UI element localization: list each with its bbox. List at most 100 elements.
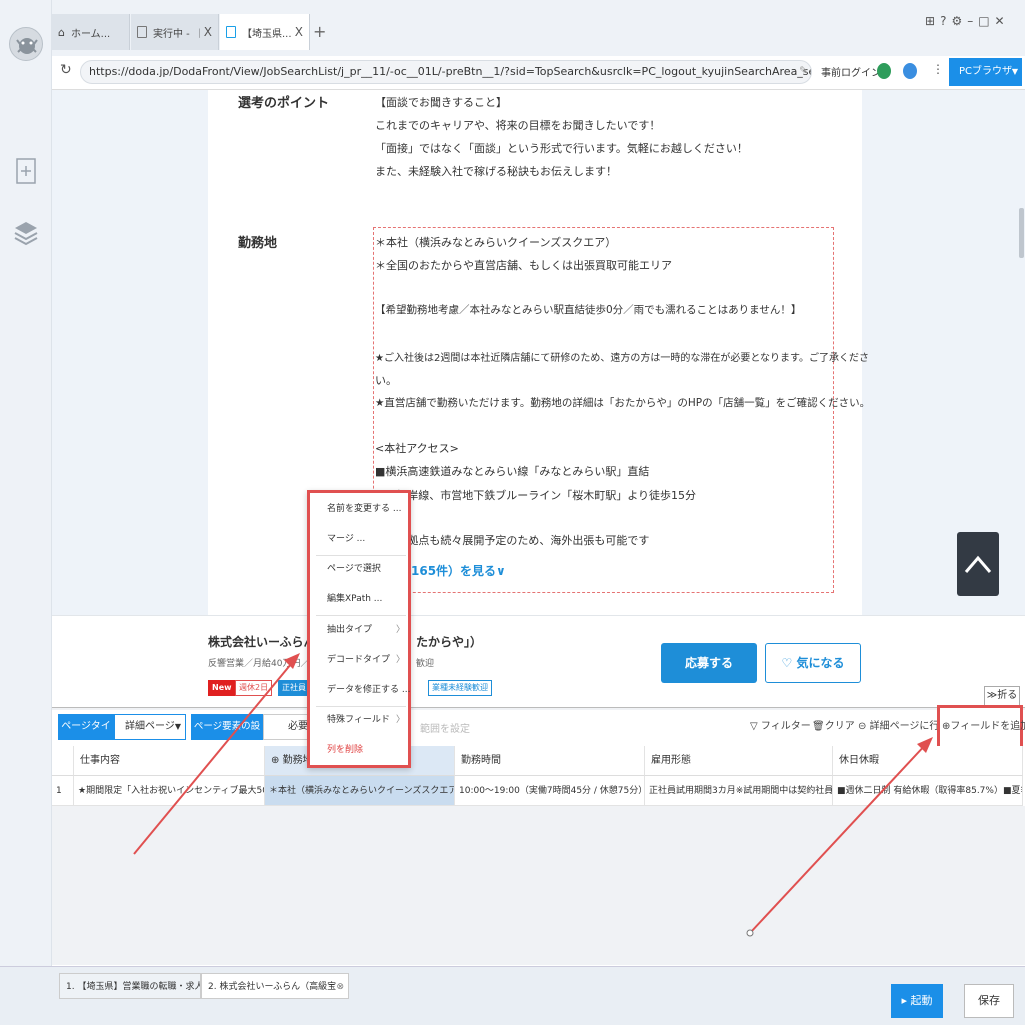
new-badge: New xyxy=(208,680,236,696)
menu-item-decode-type[interactable]: デコードタイプ〉 xyxy=(327,649,407,671)
company-name-tail: たからや」） xyxy=(416,635,483,649)
chevron-down-icon: ▼ xyxy=(1011,67,1018,76)
chevron-right-icon: 〉 xyxy=(395,655,405,665)
close-icon[interactable]: ⊗ xyxy=(336,974,344,998)
fold-button[interactable]: ≫折る xyxy=(984,686,1020,706)
location-line: い。 xyxy=(375,374,397,387)
scroll-top-button[interactable] xyxy=(957,532,999,596)
new-tab-button[interactable]: + xyxy=(313,22,326,41)
column-header[interactable]: 勤務時間 xyxy=(455,746,645,776)
menu-item-modify-data[interactable]: データを修正する ... xyxy=(327,679,410,701)
menu-item-extract-type[interactable]: 抽出タイプ〉 xyxy=(327,619,407,641)
layers-icon[interactable] xyxy=(14,220,38,251)
url-bar[interactable]: https://doda.jp/DodaFront/View/JobSearch… xyxy=(80,60,812,84)
page-type-select[interactable]: 詳細ページ ▼ xyxy=(114,714,186,740)
home-icon: ⌂ xyxy=(58,25,65,39)
location-line: ＊本社（横浜みなとみらいクイーンズスクエア） xyxy=(375,236,617,249)
row-number: 1 xyxy=(52,776,74,806)
apply-button[interactable]: 応募する xyxy=(661,643,757,683)
pc-browser-button[interactable]: PCブラウザ ▼ xyxy=(949,58,1022,86)
settings-icon[interactable]: ⚙ xyxy=(951,14,967,28)
menu-item-merge[interactable]: マージ ... xyxy=(327,528,407,550)
menu-item-rename[interactable]: 名前を変更する ... xyxy=(327,498,407,520)
location-line: ★ご入社後は2週間は本社近隣店舗にて研修のため、遠方の方は一時的な滞在が必要とな… xyxy=(375,353,870,364)
range-setting-link[interactable]: 範囲を設定 xyxy=(420,720,470,735)
extension-icon[interactable] xyxy=(877,63,891,79)
close-window-icon[interactable]: ✕ xyxy=(995,14,1010,28)
location-line: ＊全国のおたからや直営店舗、もしくは出張買取可能エリア xyxy=(375,259,672,272)
left-sidebar xyxy=(0,0,52,1025)
menu-item-edit-xpath[interactable]: 編集XPath ... xyxy=(327,588,407,610)
page-icon xyxy=(226,26,236,38)
trash-icon: 🗑 xyxy=(812,721,825,732)
new-task-icon[interactable] xyxy=(16,158,36,187)
grid-cell-selected[interactable]: ＊本社（横浜みなとみらいクイーンズスクエア）... xyxy=(265,776,455,806)
target-icon: ⊕ xyxy=(271,755,280,766)
location-line: <本社アクセス> xyxy=(375,442,459,455)
clear-button[interactable]: 🗑クリア xyxy=(812,714,855,740)
job-footer-bar xyxy=(52,615,1025,707)
task-tab-active[interactable]: 2. 株式会社いーふらん（高級宝飾...⊗ xyxy=(201,973,349,999)
location-line: ■JR根岸線、市営地下鉄ブルーライン「桜木町駅」より徒歩15分 xyxy=(375,489,697,502)
page-icon xyxy=(137,26,147,38)
close-tab-icon[interactable]: X xyxy=(291,25,303,39)
selection-line: 【面談でお聞きすること】 xyxy=(375,96,507,109)
required-field[interactable]: 必要 xyxy=(263,714,309,740)
menu-divider xyxy=(316,615,406,616)
work-location-label: 勤務地 xyxy=(238,236,278,251)
location-line: 【希望勤務地考慮／本社みなとみらい駅直結徒歩0分／雨でも濡れることはありません！… xyxy=(375,304,802,316)
extension2-icon[interactable] xyxy=(903,63,917,79)
link-icon: ⊝ xyxy=(858,721,867,732)
menu-dots-icon[interactable]: ⋮ xyxy=(932,62,944,76)
app-logo xyxy=(9,27,43,61)
location-line: ■横浜高速鉄道みなとみらい線「みなとみらい駅」直結 xyxy=(375,465,650,478)
favorite-button[interactable]: ♡ 気になる xyxy=(765,643,861,683)
job-summary: 反響営業／月給40万円／ xyxy=(208,659,310,669)
grid-cell[interactable]: ★期間限定「入社お祝いインセンティブ最大50万... xyxy=(74,776,265,806)
filter-button[interactable]: ▽ フィルター xyxy=(750,714,811,740)
window-controls: ⊞?⚙–□✕ xyxy=(925,14,1010,28)
location-line: ★直営店舗で勤務いただけます。勤務地の詳細は「おたからや」のHPの「店舗一覧」を… xyxy=(375,397,871,409)
column-header[interactable]: 休日休暇 xyxy=(833,746,1023,776)
location-line: ■海外拠点も続々展開予定のため、海外出張も可能です xyxy=(375,534,650,547)
task-tab[interactable]: 1. 【埼玉県】営業職の転職・求人... xyxy=(59,973,201,999)
filter-icon: ▽ xyxy=(750,721,758,732)
maximize-icon[interactable]: □ xyxy=(978,14,994,28)
close-tab-icon[interactable]: X xyxy=(200,25,212,39)
job-summary-tail: 歓迎 xyxy=(416,659,435,669)
scrollbar-thumb[interactable] xyxy=(1019,208,1024,258)
goto-detail-button[interactable]: ⊝ 詳細ページに行く xyxy=(858,714,949,740)
edit-icon[interactable]: ✎ xyxy=(799,64,808,77)
minimize-icon[interactable]: – xyxy=(967,14,978,28)
page-type-label: ページタイプ xyxy=(58,714,114,758)
selection-points-label: 選考のポイント xyxy=(238,96,330,111)
menu-item-special-field[interactable]: 特殊フィールド〉 xyxy=(327,709,407,731)
page-element-setting-button[interactable]: ページ要素の設定 xyxy=(191,714,263,758)
grid-cell[interactable]: 正社員試用期間3カ月※試用期間中は契約社員とな... xyxy=(645,776,833,806)
grid-cell[interactable]: 10:00～19:00（実働7時間45分 / 休憩75分）★基本... xyxy=(455,776,645,806)
tab-running[interactable]: 実行中 - 【... X xyxy=(131,14,219,50)
help-icon[interactable]: ? xyxy=(940,14,951,28)
tag-badge: 正社員 xyxy=(278,680,310,696)
row-number-header xyxy=(52,746,74,776)
selection-line: また、未経験入社で稼げる秘訣もお伝えします！ xyxy=(375,165,617,178)
chevron-up-icon xyxy=(964,555,992,573)
menu-divider xyxy=(316,706,406,707)
tag-badge: 週休2日 xyxy=(235,680,273,696)
add-field-button[interactable]: ⊕フィールドを追加 xyxy=(942,714,1025,740)
save-button[interactable]: 保存 xyxy=(964,984,1014,1018)
menu-item-delete-column[interactable]: 列を削除 xyxy=(327,739,407,761)
tab-active[interactable]: 【埼玉県... X xyxy=(220,14,310,50)
selection-line: 「面接」ではなく「面談」という形式で行います。気軽にお越しください！ xyxy=(375,142,748,155)
tag-badge: 業種未経験歓迎 xyxy=(428,680,492,696)
tab-home[interactable]: ⌂ ホーム... xyxy=(52,14,130,50)
gift-icon[interactable]: ⊞ xyxy=(925,14,940,28)
menu-item-select-in-page[interactable]: ページで選択 xyxy=(327,558,407,580)
chevron-right-icon: 〉 xyxy=(395,715,405,725)
reload-icon[interactable]: ↻ xyxy=(60,62,72,78)
column-header[interactable]: 仕事内容 xyxy=(74,746,265,776)
grid-cell[interactable]: ■週休二日制 有給休暇（取得率85.7%）■夏季休暇... xyxy=(833,776,1023,806)
run-button[interactable]: ▸ 起動 xyxy=(891,984,943,1018)
column-header[interactable]: 雇用形態 xyxy=(645,746,833,776)
pre-login-label[interactable]: 事前ログイン xyxy=(821,64,881,79)
